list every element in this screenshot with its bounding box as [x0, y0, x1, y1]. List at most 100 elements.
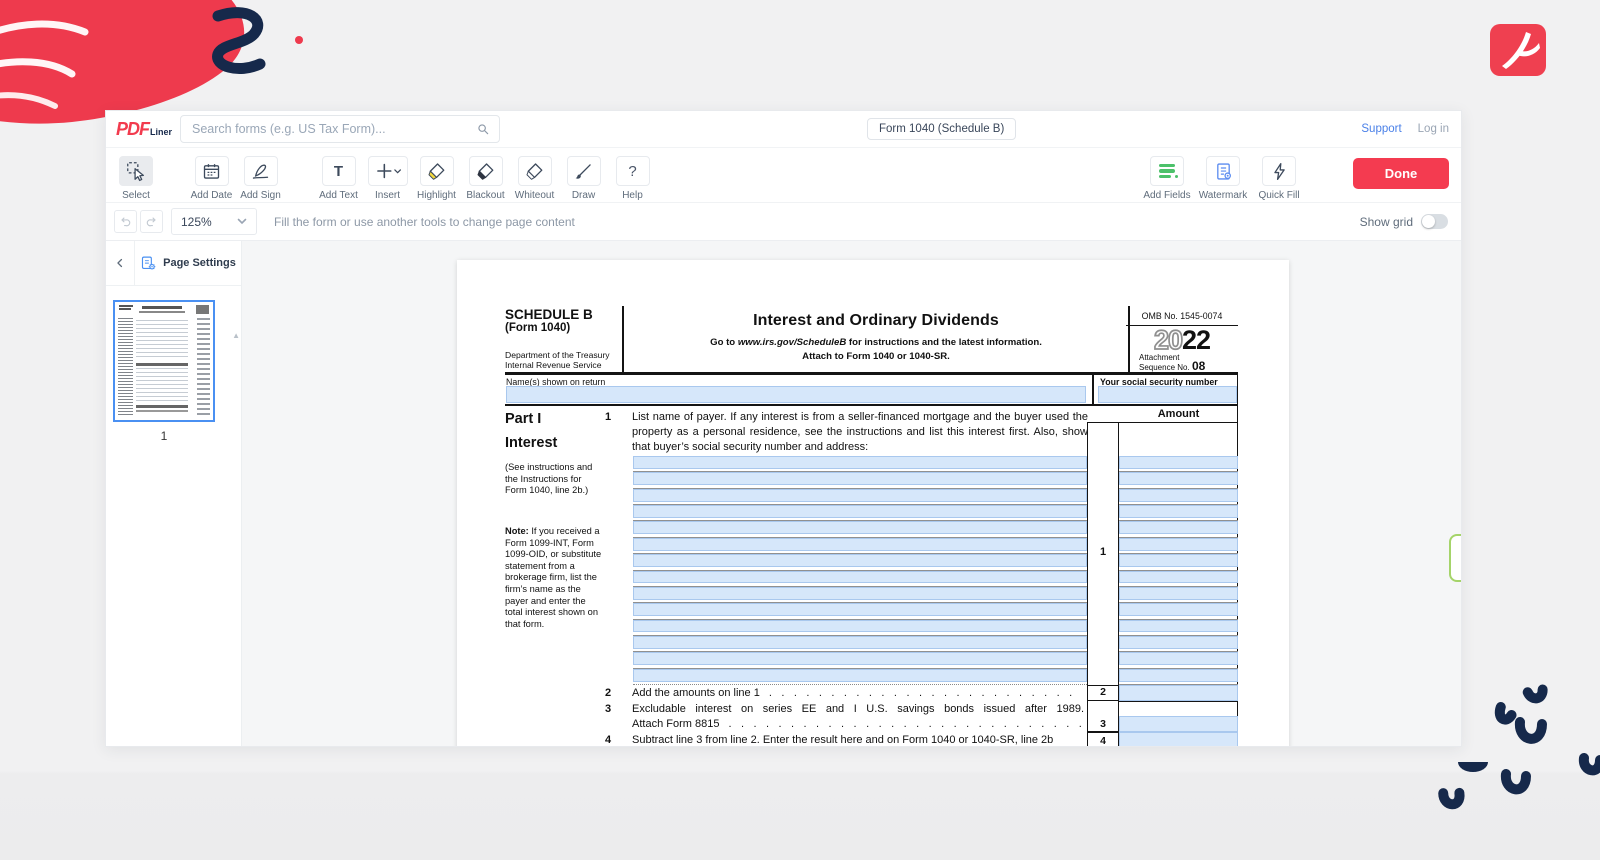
form-1040-subtitle: (Form 1040) — [505, 322, 620, 334]
amount-input-row[interactable] — [1119, 652, 1238, 668]
amount-input-fill[interactable] — [1119, 521, 1238, 534]
payer-input-fill[interactable] — [633, 587, 1087, 600]
search-icon[interactable] — [476, 122, 490, 136]
show-grid-toggle[interactable] — [1421, 214, 1448, 229]
amount-input-row[interactable] — [1119, 571, 1238, 587]
payer-input-fill[interactable] — [633, 669, 1087, 682]
undo-button[interactable] — [114, 210, 137, 233]
tool-add-fields[interactable]: Add Fields — [1139, 156, 1195, 201]
payer-input-fill[interactable] — [633, 603, 1087, 616]
page-settings-button[interactable]: Page Settings — [135, 241, 241, 285]
amount-input-row[interactable] — [1119, 521, 1238, 537]
payer-input-row[interactable] — [633, 538, 1087, 554]
amount-input-fill[interactable] — [1119, 652, 1238, 665]
payer-input-row[interactable] — [633, 554, 1087, 570]
support-link[interactable]: Support — [1361, 123, 1401, 135]
done-button[interactable]: Done — [1353, 158, 1449, 189]
amount-input-fill[interactable] — [1119, 620, 1238, 633]
login-link[interactable]: Log in — [1418, 123, 1449, 135]
search-form-box[interactable] — [180, 115, 500, 143]
collapse-sidebar-button[interactable] — [106, 241, 135, 285]
tool-draw[interactable]: Draw — [559, 156, 608, 201]
form-header-left: SCHEDULE B (Form 1040) Department of the… — [505, 307, 620, 373]
lightning-bolt-icon — [1269, 161, 1290, 182]
line-4-amount-field[interactable] — [1119, 732, 1238, 746]
amount-input-fill[interactable] — [1119, 636, 1238, 649]
payer-input-fill[interactable] — [633, 472, 1087, 485]
amount-input-row[interactable] — [1119, 620, 1238, 636]
amount-input-row[interactable] — [1119, 505, 1238, 521]
ssn-input-field[interactable] — [1098, 386, 1237, 403]
amount-input-row[interactable] — [1119, 636, 1238, 652]
payer-input-fill[interactable] — [633, 505, 1087, 518]
amount-input-row[interactable] — [1119, 456, 1238, 472]
payer-input-row[interactable] — [633, 505, 1087, 521]
tool-watermark[interactable]: Watermark — [1195, 156, 1251, 201]
edge-tab-handle[interactable] — [1449, 534, 1461, 582]
amount-input-fill[interactable] — [1119, 571, 1238, 584]
tool-whiteout[interactable]: Whiteout — [510, 156, 559, 201]
line-4-text: Subtract line 3 from line 2. Enter the r… — [632, 734, 1084, 746]
toggle-knob — [1422, 215, 1435, 228]
tool-highlight[interactable]: Highlight — [412, 156, 461, 201]
payer-input-fill[interactable] — [633, 538, 1087, 551]
amount-input-fill[interactable] — [1119, 472, 1238, 485]
amount-input-fill[interactable] — [1119, 669, 1238, 682]
payer-input-fill[interactable] — [633, 521, 1087, 534]
line-2-amount-field[interactable] — [1119, 685, 1238, 701]
payer-input-fill[interactable] — [633, 636, 1087, 649]
payer-input-row[interactable] — [633, 669, 1087, 685]
payer-input-fill[interactable] — [633, 456, 1087, 469]
tool-quick-fill[interactable]: Quick Fill — [1251, 156, 1307, 201]
amount-input-fill[interactable] — [1119, 538, 1238, 551]
line-1-box-label: 1 — [1087, 546, 1119, 558]
payer-input-row[interactable] — [633, 587, 1087, 603]
amount-input-row[interactable] — [1119, 472, 1238, 488]
tool-insert[interactable]: Insert — [363, 156, 412, 201]
payer-input-row[interactable] — [633, 652, 1087, 668]
page-thumbnail[interactable] — [113, 300, 215, 422]
redo-button[interactable] — [140, 210, 163, 233]
payer-input-fill[interactable] — [633, 620, 1087, 633]
search-input[interactable] — [190, 121, 476, 137]
line-3-text: Excludable interest on series EE and I U… — [632, 703, 1084, 715]
payer-input-row[interactable] — [633, 571, 1087, 587]
payer-input-fill[interactable] — [633, 554, 1087, 567]
payer-input-fill[interactable] — [633, 571, 1087, 584]
tool-blackout[interactable]: Blackout — [461, 156, 510, 201]
payer-input-row[interactable] — [633, 456, 1087, 472]
pages-sidebar: Page Settings 1 ▲ — [106, 241, 242, 746]
amount-input-row[interactable] — [1119, 554, 1238, 570]
amount-input-row[interactable] — [1119, 587, 1238, 603]
tool-add-sign[interactable]: Add Sign — [236, 156, 285, 201]
pdfliner-logo[interactable]: PDF Liner — [116, 119, 172, 140]
amount-input-fill[interactable] — [1119, 603, 1238, 616]
payer-input-row[interactable] — [633, 603, 1087, 619]
payer-input-row[interactable] — [633, 636, 1087, 652]
amount-input-fill[interactable] — [1119, 489, 1238, 502]
line-3-amount-field[interactable] — [1119, 716, 1238, 732]
scroll-up-arrow[interactable]: ▲ — [232, 332, 240, 340]
payer-input-fill[interactable] — [633, 652, 1087, 665]
amount-input-fill[interactable] — [1119, 587, 1238, 600]
name-input-field[interactable] — [506, 386, 1086, 403]
tool-help[interactable]: ? Help — [608, 156, 657, 201]
amount-input-row[interactable] — [1119, 538, 1238, 554]
amount-input-fill[interactable] — [1119, 456, 1238, 469]
payer-input-row[interactable] — [633, 521, 1087, 537]
workspace: Page Settings 1 ▲ — [106, 241, 1461, 746]
amount-input-row[interactable] — [1119, 489, 1238, 505]
amount-input-fill[interactable] — [1119, 554, 1238, 567]
amount-input-row[interactable] — [1119, 603, 1238, 619]
tool-add-date[interactable]: Add Date — [187, 156, 236, 201]
payer-input-row[interactable] — [633, 472, 1087, 488]
payer-input-row[interactable] — [633, 620, 1087, 636]
header-links: Support Log in — [1361, 123, 1449, 135]
payer-input-fill[interactable] — [633, 489, 1087, 502]
tool-select[interactable]: Select — [114, 156, 158, 201]
tool-add-text[interactable]: T Add Text — [314, 156, 363, 201]
amount-input-row[interactable] — [1119, 669, 1238, 685]
zoom-level-select[interactable]: 125% — [171, 208, 257, 235]
amount-input-fill[interactable] — [1119, 505, 1238, 518]
payer-input-row[interactable] — [633, 489, 1087, 505]
